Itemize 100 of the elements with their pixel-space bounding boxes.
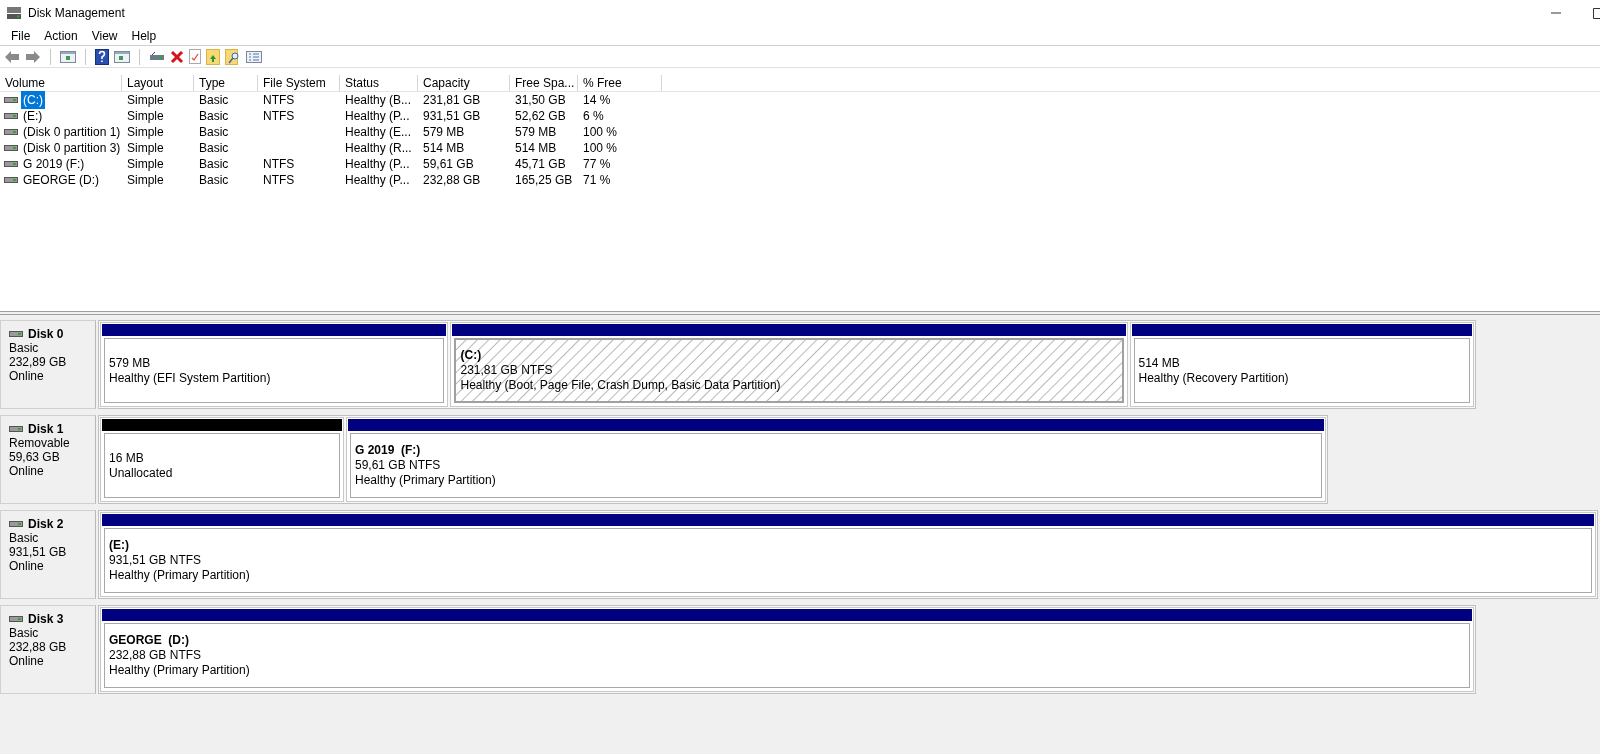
table-cell: Healthy (P... <box>345 157 410 171</box>
table-cell-text: (Disk 0 partition 3) <box>22 140 122 157</box>
column-header[interactable]: Layout <box>122 75 194 91</box>
table-cell: Basic <box>199 125 229 139</box>
table-cell: Basic <box>199 173 229 187</box>
column-header[interactable]: Capacity <box>418 75 510 91</box>
action-pane-icon[interactable] <box>114 49 130 64</box>
disk-size: 232,88 GB <box>9 640 68 654</box>
table-cell: 232,88 GB <box>423 173 481 187</box>
help-icon[interactable] <box>95 48 109 65</box>
table-cell: Simple <box>127 93 164 107</box>
volume-row[interactable]: (C:) Simple Basic NTFS Healthy (B... 231,81 GB 31,50 GB 14 % <box>0 92 1600 108</box>
table-cell: 514 MB <box>515 141 557 155</box>
partition-block[interactable]: (C:) 231,81 GB NTFS Healthy (Boot, Page File, Crash Dump, Basic Data Partition) <box>450 322 1128 407</box>
volume-row[interactable]: (E:) Simple Basic NTFS Healthy (P... 931,51 GB 52,62 GB 6 % <box>0 108 1600 124</box>
table-cell: 100 % <box>583 141 618 155</box>
drive-icon <box>9 425 23 433</box>
partition-size: 231,81 GB NTFS <box>460 363 554 378</box>
partition-block[interactable]: 514 MB Healthy (Recovery Partition) <box>1129 322 1474 407</box>
partition-status: Healthy (Recovery Partition) <box>1138 370 1290 386</box>
partition-size: 931,51 GB NTFS <box>109 553 203 568</box>
folder-up-icon[interactable] <box>206 48 220 65</box>
partition-status: Healthy (Primary Partition) <box>109 663 251 678</box>
drive-icon <box>4 112 18 120</box>
volume-row[interactable]: (Disk 0 partition 1) Simple Basic Healthy (E... 579 MB 579 MB 100 % <box>0 124 1600 140</box>
column-header[interactable]: Type <box>194 75 258 91</box>
partition-size: 232,88 GB NTFS <box>109 648 203 663</box>
disk-info-panel[interactable]: Disk 3 Basic 232,88 GB Online <box>0 605 96 694</box>
table-cell: 579 MB <box>423 125 465 139</box>
delete-icon[interactable] <box>170 49 184 64</box>
volume-row[interactable]: G 2019 (F:) Simple Basic NTFS Healthy (P... 59,61 GB 45,71 GB 77 % <box>0 156 1600 172</box>
partition-label: (E:) <box>109 538 130 553</box>
table-cell: Healthy (P... <box>345 109 410 123</box>
partition-block[interactable]: GEORGE (D:) 232,88 GB NTFS Healthy (Primary Partition) <box>100 607 1474 692</box>
table-cell: 514 MB <box>423 141 465 155</box>
table-cell: NTFS <box>263 93 295 107</box>
connect-drive-icon[interactable] <box>149 50 165 63</box>
partition-status: Unallocated <box>109 465 174 481</box>
table-cell: (C:) <box>21 91 45 109</box>
partition-block[interactable]: (E:) 931,51 GB NTFS Healthy (Primary Partition) <box>100 512 1596 597</box>
disk-status: Online <box>9 559 45 573</box>
drive-icon <box>4 144 18 152</box>
table-cell: Simple <box>127 109 164 123</box>
disk-management-icon <box>6 6 22 20</box>
table-cell: Basic <box>199 109 229 123</box>
drive-icon <box>4 176 18 184</box>
table-cell: 71 % <box>583 173 611 187</box>
menu-item[interactable]: File <box>4 26 38 45</box>
checklist-icon[interactable] <box>246 50 262 63</box>
table-cell: 100 % <box>583 125 618 139</box>
disk-type: Removable <box>9 436 71 450</box>
disk-info-panel[interactable]: Disk 1 Removable 59,63 GB Online <box>0 415 96 504</box>
partition-block[interactable]: G 2019 (F:) 59,61 GB NTFS Healthy (Primary Partition) <box>346 417 1326 502</box>
disk-status: Online <box>9 464 45 478</box>
disk-size: 59,63 GB <box>9 450 61 464</box>
volume-row[interactable]: (Disk 0 partition 3) Simple Basic Healthy (R... 514 MB 514 MB 100 % <box>0 140 1600 156</box>
table-cell: Healthy (R... <box>345 141 412 155</box>
drive-icon <box>9 520 23 528</box>
partition-size: 59,61 GB NTFS <box>355 458 442 473</box>
table-cell: Basic <box>199 157 229 171</box>
table-cell-text: G 2019 (F:) <box>22 156 86 173</box>
table-cell-text: (E:) <box>22 108 44 125</box>
disk-type: Basic <box>9 531 40 545</box>
table-cell: 52,62 GB <box>515 109 566 123</box>
disk-name: Disk 3 <box>28 612 64 626</box>
partition-block[interactable]: 16 MB Unallocated <box>100 417 344 502</box>
column-header[interactable]: Status <box>340 75 418 91</box>
properties-icon[interactable] <box>189 49 201 64</box>
disk-size: 931,51 GB <box>9 545 68 559</box>
partition-status: Healthy (Primary Partition) <box>109 568 251 583</box>
partition-block[interactable]: 579 MB Healthy (EFI System Partition) <box>100 322 449 407</box>
table-cell: NTFS <box>263 109 295 123</box>
volume-row[interactable]: GEORGE (D:) Simple Basic NTFS Healthy (P... 232,88 GB 165,25 GB 71 % <box>0 172 1600 188</box>
menu-item[interactable]: Help <box>124 26 164 45</box>
maximize-icon[interactable] <box>1593 7 1600 19</box>
column-header[interactable]: Free Spa... <box>510 75 578 91</box>
disk-name: Disk 2 <box>28 517 64 531</box>
table-cell-text: (Disk 0 partition 1) <box>22 124 122 141</box>
column-header[interactable]: % Free <box>578 75 662 91</box>
partition-size: 16 MB <box>109 450 145 466</box>
drive-icon <box>4 128 18 136</box>
menu-item[interactable]: View <box>84 26 125 45</box>
forward-arrow-icon[interactable] <box>25 49 41 64</box>
menu-item[interactable]: Action <box>37 26 85 45</box>
table-cell: Simple <box>127 141 164 155</box>
folder-search-icon[interactable] <box>225 48 241 65</box>
table-cell: 14 % <box>583 93 611 107</box>
column-header[interactable]: File System <box>258 75 340 91</box>
back-arrow-icon[interactable] <box>4 49 20 64</box>
console-tree-icon[interactable] <box>60 49 76 64</box>
disk-type: Basic <box>9 341 40 355</box>
partition-status: Healthy (Boot, Page File, Crash Dump, Basic Data Partition) <box>460 378 782 393</box>
table-cell: 59,61 GB <box>423 157 474 171</box>
table-cell-text: GEORGE (D:) <box>22 172 100 189</box>
table-cell: Healthy (P... <box>345 173 410 187</box>
table-cell: Simple <box>127 157 164 171</box>
drive-icon <box>9 615 23 623</box>
disk-info-panel[interactable]: Disk 0 Basic 232,89 GB Online <box>0 320 96 409</box>
table-cell: Basic <box>199 93 229 107</box>
disk-info-panel[interactable]: Disk 2 Basic 931,51 GB Online <box>0 510 96 599</box>
